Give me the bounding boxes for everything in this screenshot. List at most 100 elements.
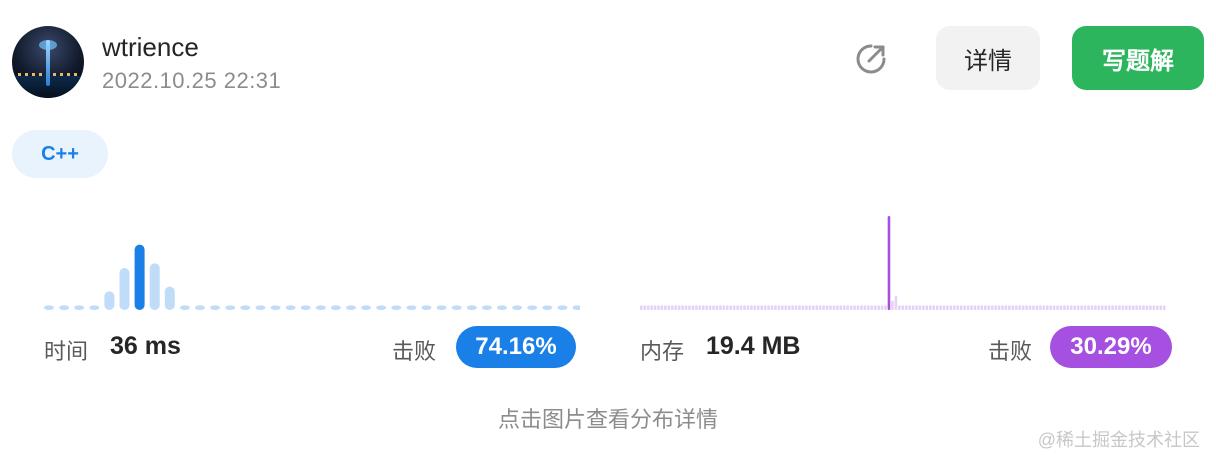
distribution-bar <box>421 305 432 310</box>
distribution-bar <box>1063 305 1066 310</box>
distribution-bar <box>1059 305 1063 310</box>
distribution-bar <box>760 305 763 310</box>
distribution-bar <box>980 305 984 310</box>
language-tag[interactable]: C++ <box>12 130 108 178</box>
distribution-bar <box>842 305 846 310</box>
distribution-bar <box>315 305 326 310</box>
distribution-bar <box>660 305 664 310</box>
distribution-bar <box>1121 305 1125 310</box>
distribution-bar <box>1032 305 1035 310</box>
distribution-bar <box>44 305 54 310</box>
distribution-bar <box>925 305 929 310</box>
distribution-bar <box>572 305 580 310</box>
distribution-bar <box>794 305 798 310</box>
distribution-bar <box>1018 305 1021 310</box>
distribution-bar <box>1087 305 1090 310</box>
distribution-bar <box>1142 305 1145 310</box>
distribution-bar <box>640 305 643 310</box>
distribution-bar <box>722 305 726 310</box>
distribution-bar <box>134 244 145 310</box>
distribution-bar <box>1021 305 1025 310</box>
distribution-bar <box>1090 305 1094 310</box>
distribution-bar <box>877 305 880 310</box>
distribution-bar <box>801 305 805 310</box>
distribution-bar <box>1097 305 1101 310</box>
memory-value: 19.4 MB <box>706 332 801 360</box>
distribution-bar <box>466 305 477 310</box>
distribution-bar <box>1152 305 1156 310</box>
distribution-bar <box>860 305 863 310</box>
distribution-bar <box>984 305 987 310</box>
distribution-bar <box>911 305 915 310</box>
distribution-bar <box>839 305 843 310</box>
distribution-bar <box>1073 305 1077 310</box>
submission-timestamp: 2022.10.25 22:31 <box>102 68 282 93</box>
distribution-bar <box>104 291 115 310</box>
distribution-bar <box>1128 305 1132 310</box>
distribution-bar <box>688 305 691 310</box>
distribution-bar <box>1100 305 1104 310</box>
distribution-bar <box>1049 305 1052 310</box>
username[interactable]: wtrience <box>102 32 199 63</box>
distribution-bar <box>1114 305 1118 310</box>
runtime-distribution-chart[interactable] <box>44 200 580 312</box>
distribution-bar <box>1035 305 1039 310</box>
write-solution-button[interactable]: 写题解 <box>1072 26 1204 90</box>
distribution-bar <box>1001 305 1004 310</box>
distribution-bar <box>1076 305 1080 310</box>
distribution-bar <box>836 305 839 310</box>
distribution-bar <box>695 305 698 310</box>
distribution-bar <box>451 305 462 310</box>
memory-distribution-chart[interactable] <box>640 200 1176 312</box>
distribution-bar <box>887 216 891 310</box>
distribution-bar <box>712 305 715 310</box>
distribution-bar <box>557 305 568 310</box>
distribution-bar <box>1045 305 1049 310</box>
distribution-bar <box>928 305 932 310</box>
distribution-bar <box>736 305 739 310</box>
distribution-bar <box>225 305 236 310</box>
distribution-bar <box>825 305 829 310</box>
distribution-bar <box>884 305 887 310</box>
runtime-label: 时间 <box>44 339 89 364</box>
distribution-bar <box>787 305 791 310</box>
distribution-bar <box>1111 305 1114 310</box>
distribution-bar <box>705 305 708 310</box>
distribution-bar <box>822 305 825 310</box>
distribution-bar <box>763 305 767 310</box>
distribution-bar <box>670 305 674 310</box>
distribution-bar <box>497 305 507 310</box>
distribution-bar <box>922 305 925 310</box>
distribution-bar <box>1056 305 1059 310</box>
distribution-bar <box>1156 305 1159 310</box>
distribution-bar <box>300 305 311 310</box>
distribution-bar <box>1039 305 1042 310</box>
distribution-bar <box>863 305 867 310</box>
distribution-bar <box>756 305 760 310</box>
distribution-bar <box>1004 305 1008 310</box>
distribution-bar <box>997 305 1001 310</box>
distribution-bar <box>739 305 743 310</box>
distribution-bar <box>726 305 729 310</box>
distribution-bar <box>977 305 980 310</box>
distribution-bar <box>939 305 942 310</box>
distribution-bar <box>1104 305 1107 310</box>
memory-beat-label: 击败 <box>988 339 1033 364</box>
distribution-bar <box>708 305 712 310</box>
user-avatar[interactable] <box>12 26 84 98</box>
distribution-bar <box>784 305 788 310</box>
distribution-bar <box>953 305 956 310</box>
distribution-bar <box>963 305 966 310</box>
distribution-bar <box>691 305 695 310</box>
distribution-bar <box>987 305 991 310</box>
distribution-bar <box>195 305 205 310</box>
distribution-bar <box>674 305 677 310</box>
distribution-bar <box>1138 305 1142 310</box>
distribution-bar <box>1011 305 1015 310</box>
distribution-hint[interactable]: 点击图片查看分布详情 <box>0 402 1216 434</box>
detail-button[interactable]: 详情 <box>936 26 1040 90</box>
distribution-bar <box>891 300 894 310</box>
share-icon[interactable] <box>852 40 890 78</box>
distribution-bar <box>346 305 356 310</box>
distribution-bar <box>361 305 372 310</box>
